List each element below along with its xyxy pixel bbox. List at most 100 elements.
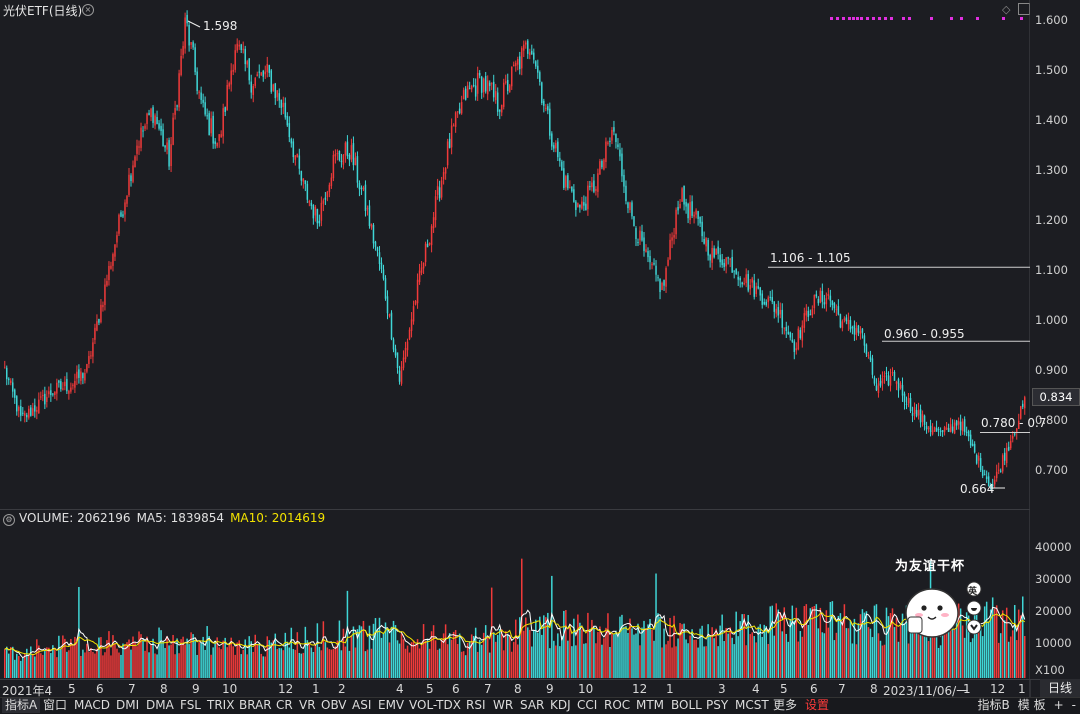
candle-body (512, 64, 515, 67)
volume-bar (254, 634, 256, 678)
candle-body (529, 52, 531, 56)
candle-body (545, 107, 547, 109)
candle-body (238, 44, 240, 47)
candle-body (755, 286, 757, 294)
candle-body (108, 265, 110, 281)
indicator-tab[interactable]: 指标A (2, 698, 41, 713)
indicator-tab[interactable]: 更多 (773, 698, 797, 713)
candle-body (284, 102, 287, 118)
settings-icon[interactable]: ⚙ (3, 514, 15, 526)
right-tab[interactable]: + (1050, 698, 1068, 713)
volume-bar (376, 629, 379, 678)
candle-body (631, 202, 633, 217)
sticker-bubble: 英 (968, 587, 978, 597)
candle-body (901, 384, 904, 396)
indicator-tab[interactable]: RSI (466, 698, 486, 713)
candle-body (1001, 455, 1004, 472)
candle-body (771, 297, 774, 302)
candle-body (871, 358, 874, 375)
volume-bar (737, 636, 739, 678)
candle-body (889, 375, 892, 386)
candle-body (835, 308, 838, 310)
candle-body (623, 175, 625, 187)
volume-bar (557, 633, 559, 678)
candle-body (957, 421, 960, 425)
indicator-tab[interactable]: ASI (352, 698, 371, 713)
indicator-tab[interactable]: EMV (378, 698, 404, 713)
candle-body (613, 127, 615, 132)
candle-body (482, 78, 485, 93)
candle-body (242, 48, 244, 50)
indicator-tab[interactable]: KDJ (550, 698, 571, 713)
volume-bar (815, 604, 818, 678)
candle-body (164, 145, 166, 148)
indicator-tab[interactable]: FSL (180, 698, 201, 713)
volume-bar (833, 640, 836, 678)
indicator-tab[interactable]: ROC (604, 698, 630, 713)
volume-bar (340, 650, 343, 678)
date-tick: 4 (752, 682, 760, 696)
indicator-tab[interactable]: MTM (636, 698, 664, 713)
right-tab[interactable]: 指标B (974, 698, 1014, 713)
candle-body (849, 320, 852, 330)
volume-bar (1019, 615, 1022, 678)
marker-dot (872, 17, 875, 20)
candle-body (344, 142, 347, 156)
volume-bar (625, 626, 627, 678)
candle-body (907, 398, 910, 404)
right-tab[interactable]: - (1068, 698, 1080, 713)
indicator-tab[interactable]: OBV (321, 698, 347, 713)
candle-body (777, 307, 780, 316)
indicator-tab[interactable]: BRAR (239, 698, 272, 713)
candle-body (510, 66, 513, 87)
indicator-tab[interactable]: SAR (520, 698, 544, 713)
volume-bar (494, 641, 497, 678)
candle-body (346, 141, 349, 157)
candle-body (649, 255, 651, 263)
indicator-tab[interactable]: WR (493, 698, 513, 713)
candle-body (887, 375, 890, 386)
indicator-tab[interactable]: BOLL (671, 698, 702, 713)
indicator-tab[interactable]: TRIX (207, 698, 234, 713)
indicator-tab[interactable]: DMA (146, 698, 174, 713)
indicator-tab[interactable]: MCST (735, 698, 769, 713)
volume-bar (30, 646, 32, 678)
volume-bar (314, 643, 317, 678)
volume-bar (84, 652, 86, 678)
period-tab[interactable]: 日线 (1040, 679, 1080, 697)
volume-bar (488, 652, 491, 678)
indicator-tab[interactable]: PSY (706, 698, 728, 713)
volume-bar (448, 633, 451, 678)
candle-body (74, 380, 76, 388)
candle-body (64, 381, 66, 387)
candle-body (352, 143, 355, 166)
marker-dot (842, 17, 845, 20)
volume-bar (302, 652, 305, 678)
volume-bar (863, 612, 866, 678)
indicator-tab[interactable]: 窗口 (43, 698, 67, 713)
right-tab[interactable]: 模 板 (1014, 698, 1050, 713)
volume-bar (835, 632, 838, 678)
indicator-tab[interactable]: VOL-TDX (409, 698, 461, 713)
candle-body (230, 70, 232, 85)
candle-body (134, 156, 136, 168)
volume-bar (553, 640, 555, 678)
volume-bar (623, 626, 625, 678)
candle-body (494, 91, 497, 101)
candle-body (62, 388, 64, 390)
indicator-tab[interactable]: CR (276, 698, 293, 713)
candle-body (531, 50, 533, 55)
indicator-tab[interactable]: MACD (74, 698, 110, 713)
indicator-tab[interactable]: DMI (116, 698, 139, 713)
indicator-tab[interactable]: 设置 (805, 698, 829, 713)
candle-body (757, 286, 759, 289)
volume-bar (563, 610, 565, 678)
volume-bar (502, 650, 505, 678)
indicator-tab[interactable]: CCI (577, 698, 597, 713)
candle-body (565, 176, 567, 188)
volume-bar (837, 615, 840, 678)
candle-body (190, 42, 192, 45)
indicator-tab[interactable]: VR (299, 698, 316, 713)
candle-body (781, 309, 784, 328)
candle-body (949, 424, 952, 433)
